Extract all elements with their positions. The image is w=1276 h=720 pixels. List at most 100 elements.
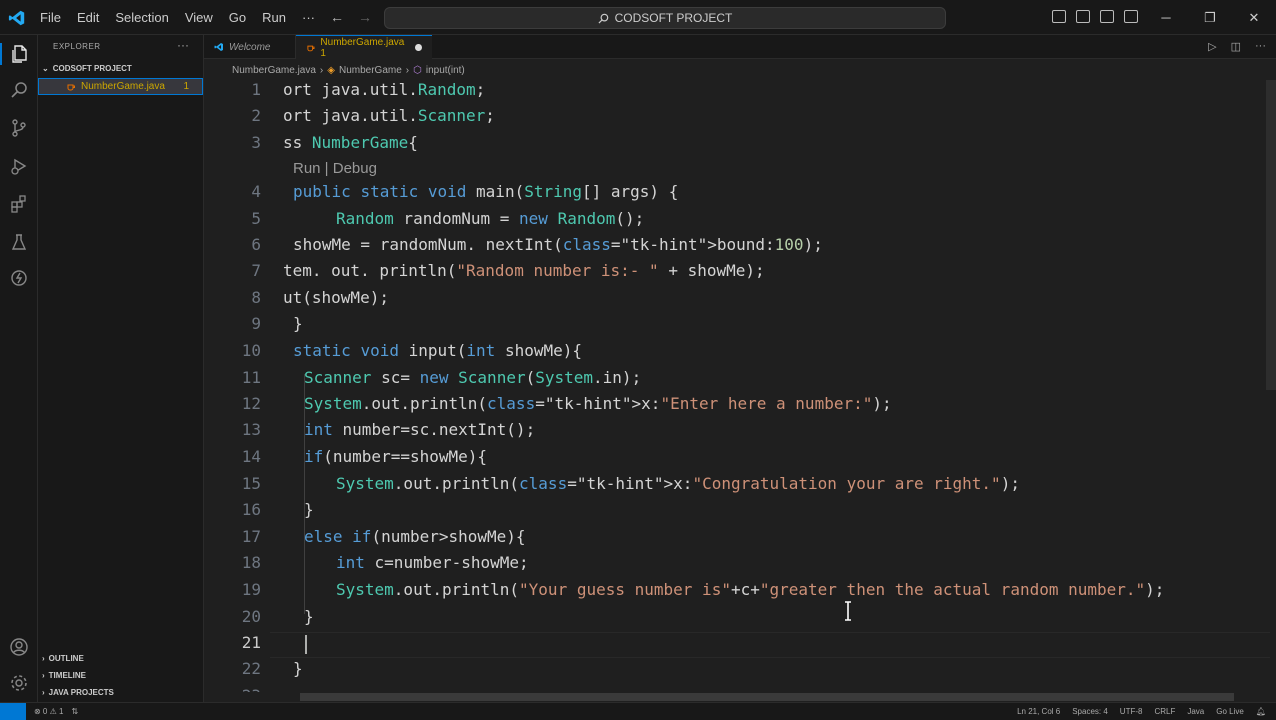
file-name: NumberGame.java <box>81 81 165 92</box>
timeline-label: TIMELINE <box>48 671 87 680</box>
code-line: ort java.util.Scanner; <box>283 106 495 125</box>
ports-icon[interactable]: ⇅ <box>71 707 78 716</box>
code-line: ss NumberGame{ <box>283 133 418 152</box>
editor-actions: ▷ ◫ ··· <box>1208 40 1266 53</box>
menu-selection[interactable]: Selection <box>107 10 176 25</box>
end-of-line[interactable]: CRLF <box>1154 707 1175 716</box>
sidebar-title: EXPLORER <box>53 42 101 51</box>
menu-edit[interactable]: Edit <box>69 10 107 25</box>
code-line: Random randomNum = new Random(); <box>336 209 645 228</box>
line-number: 13 <box>241 420 261 439</box>
cursor-position[interactable]: Ln 21, Col 6 <box>1017 707 1060 716</box>
code-line: } <box>293 659 303 678</box>
text-cursor <box>305 635 307 654</box>
nav-arrows: ← → <box>330 9 372 25</box>
chevron-right-icon: › <box>42 671 45 680</box>
vertical-scrollbar[interactable] <box>1266 80 1276 390</box>
code-line: ut(showMe); <box>283 288 389 307</box>
source-control-icon[interactable] <box>8 117 30 139</box>
chevron-right-icon: › <box>42 688 45 697</box>
code-line: } <box>304 500 314 519</box>
language-mode[interactable]: Java <box>1187 707 1204 716</box>
file-item-numbergame[interactable]: NumberGame.java 1 <box>38 78 203 95</box>
split-editor-icon[interactable]: ◫ <box>1231 40 1241 53</box>
line-number: 17 <box>241 527 261 546</box>
menu-run[interactable]: Run <box>254 10 294 25</box>
command-center[interactable]: CODSOFT PROJECT <box>384 7 946 29</box>
line-number: 8 <box>251 288 261 307</box>
account-icon[interactable] <box>8 636 30 658</box>
folder-codsoft-project[interactable]: ⌄ CODSOFT PROJECT <box>42 64 132 73</box>
explorer-icon[interactable] <box>0 43 38 65</box>
menu-bar: File Edit Selection View Go Run ··· <box>32 0 323 35</box>
code-line: static void input(int showMe){ <box>293 341 583 360</box>
toggle-panel-icon[interactable] <box>1076 10 1090 23</box>
toggle-primary-sidebar-icon[interactable] <box>1052 10 1066 23</box>
run-debug-codelens[interactable]: Run | Debug <box>293 160 377 177</box>
restore-icon[interactable]: ❐ <box>1188 10 1232 26</box>
search-view-icon[interactable] <box>8 79 30 101</box>
forward-arrow-icon[interactable]: → <box>358 9 372 25</box>
status-right: Ln 21, Col 6 Spaces: 4 UTF-8 CRLF Java G… <box>1017 707 1266 716</box>
code-editor[interactable]: Run | Debug 1 2 3 4 5 6 7 8 9 10 11 12 13 14 15 16 17 18 1… <box>204 80 1276 692</box>
code-line: public static void main(String[] args) { <box>293 182 679 201</box>
current-line-highlight <box>270 632 1270 658</box>
unsaved-dot-icon[interactable] <box>415 44 422 51</box>
title-bar: File Edit Selection View Go Run ··· ← → … <box>0 0 1276 35</box>
timeline-section[interactable]: › TIMELINE <box>42 671 86 680</box>
code-line: System.out.println("Your guess number is… <box>336 580 1165 599</box>
minimize-icon[interactable]: ─ <box>1144 10 1188 25</box>
horizontal-scrollbar[interactable] <box>300 693 1234 701</box>
window-controls: ─ ❐ ✕ <box>1144 0 1276 35</box>
testing-icon[interactable] <box>8 231 30 253</box>
breadcrumb-class[interactable]: NumberGame <box>339 65 402 76</box>
customize-layout-icon[interactable] <box>1124 10 1138 23</box>
menu-view[interactable]: View <box>177 10 221 25</box>
java-projects-section[interactable]: › JAVA PROJECTS <box>42 688 114 697</box>
tab-welcome[interactable]: Welcome <box>204 35 296 59</box>
menu-more[interactable]: ··· <box>294 10 323 25</box>
menu-go[interactable]: Go <box>221 10 254 25</box>
remote-explorer-icon[interactable] <box>8 267 30 289</box>
remote-indicator[interactable] <box>0 703 26 720</box>
notifications-bell-icon[interactable]: 🔔︎ <box>1256 707 1266 716</box>
line-number: 10 <box>241 341 261 360</box>
toggle-secondary-sidebar-icon[interactable] <box>1100 10 1114 23</box>
extensions-icon[interactable] <box>8 193 30 215</box>
go-live-button[interactable]: Go Live <box>1216 707 1244 716</box>
code-line: } <box>304 607 314 626</box>
java-file-icon <box>67 84 75 90</box>
problems-indicator[interactable]: ⊗ 0 ⚠ 1 <box>34 707 63 716</box>
code-line: if(number==showMe){ <box>304 447 488 466</box>
activity-bar <box>0 35 38 702</box>
java-file-icon <box>307 45 315 51</box>
line-number: 23 <box>204 686 261 692</box>
line-number: 14 <box>241 447 261 466</box>
line-number: 20 <box>241 607 261 626</box>
problem-count-badge: 1 <box>183 81 189 92</box>
chevron-down-icon: ⌄ <box>42 64 49 73</box>
outline-section[interactable]: › OUTLINE <box>42 654 84 663</box>
code-line: System.out.println(class="tk-hint">x:"En… <box>304 394 892 413</box>
breadcrumb-method[interactable]: input(int) <box>426 65 465 76</box>
encoding[interactable]: UTF-8 <box>1120 707 1143 716</box>
sidebar-more-button[interactable]: ··· <box>177 38 189 52</box>
line-number: 4 <box>251 182 261 201</box>
text-cursor-ibeam-icon <box>845 601 851 621</box>
indentation[interactable]: Spaces: 4 <box>1072 707 1108 716</box>
tab-numbergame[interactable]: NumberGame.java 1 <box>296 35 432 59</box>
code-line: System.out.println(class="tk-hint">x:"Co… <box>336 474 1020 493</box>
manage-gear-icon[interactable] <box>8 672 30 694</box>
menu-file[interactable]: File <box>32 10 69 25</box>
line-number: 15 <box>241 474 261 493</box>
breadcrumb-file[interactable]: NumberGame.java <box>232 65 316 76</box>
line-number: 21 <box>241 633 261 652</box>
line-number: 9 <box>251 314 261 333</box>
run-debug-icon[interactable] <box>8 155 30 177</box>
run-java-icon[interactable]: ▷ <box>1208 40 1216 53</box>
close-icon[interactable]: ✕ <box>1232 10 1276 26</box>
line-number: 22 <box>241 659 261 678</box>
editor-more-icon[interactable]: ··· <box>1255 40 1266 53</box>
back-arrow-icon[interactable]: ← <box>330 9 344 25</box>
code-line: tem. out. println("Random number is:- " … <box>283 261 765 280</box>
